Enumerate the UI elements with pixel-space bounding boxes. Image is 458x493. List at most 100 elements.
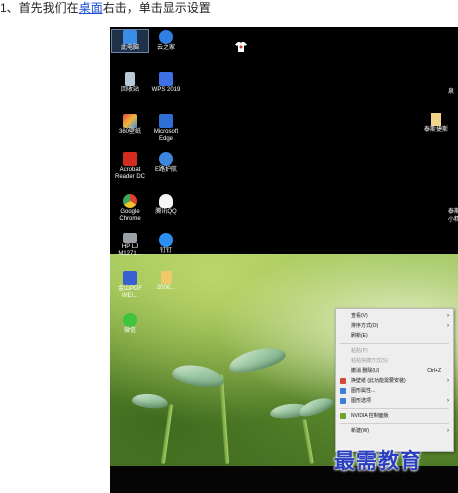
chevron-right-icon: ›: [447, 398, 449, 404]
chrome-icon: [123, 194, 137, 208]
menu-item-undo-delete[interactable]: 撤消 删除(U) Ctrl+Z: [336, 366, 453, 376]
menu-item-paste[interactable]: 粘贴(P): [336, 346, 453, 356]
desktop-screenshot: 此电脑 云之家 回收站 WPS 2019 360壁纸 Microsoft Edg…: [110, 27, 458, 493]
desktop-icon-wps[interactable]: WPS 2019: [148, 72, 184, 94]
desktop-icon-label: 泰斯捷斯: [423, 127, 448, 133]
dingtalk-icon: [159, 233, 173, 247]
kingsoft-pdf-icon: [123, 271, 137, 285]
menu-item-label: 图形选项: [351, 398, 372, 404]
menu-item-shortcut: Ctrl+Z: [427, 368, 441, 374]
menu-item-label: 换壁纸 (此功能需要安装): [351, 378, 406, 384]
desktop-icon-label: 腾讯QQ: [155, 209, 177, 215]
menu-item-label: 撤消 删除(U): [351, 368, 380, 374]
document-icon: [431, 113, 441, 126]
wps-icon: [159, 72, 173, 86]
graphics-options-icon: [340, 398, 346, 404]
desktop-icon-e-luhuhang[interactable]: E路护航: [148, 152, 184, 174]
desktop-icon-360-wallpaper[interactable]: 360壁纸: [112, 114, 148, 136]
sprout-stem: [218, 373, 230, 465]
desktop-icon-label: 钉钉: [159, 248, 172, 254]
desktop-icon-this-pc[interactable]: 此电脑: [111, 29, 149, 53]
sprout-leaf: [131, 392, 169, 410]
menu-item-sort[interactable]: 排序方式(O) ›: [336, 321, 453, 331]
desktop-icon-recycle-bin[interactable]: 回收站: [112, 72, 148, 94]
yunzhijia-icon: [159, 30, 173, 44]
360-wallpaper-icon: [123, 114, 137, 128]
watermark: 最需教育: [334, 448, 422, 473]
desktop-icon-wechat[interactable]: 微信: [112, 313, 148, 335]
menu-item-paste-shortcut[interactable]: 粘贴快捷方式(S): [336, 356, 453, 366]
wallpaper-icon: [340, 378, 346, 384]
desktop-icon-label: Microsoft Edge: [153, 129, 179, 142]
acrobat-icon: [123, 152, 137, 166]
desktop-icon-edge[interactable]: Microsoft Edge: [148, 114, 184, 143]
sprout-stem: [160, 404, 174, 464]
menu-item-label: 粘贴快捷方式(S): [351, 358, 388, 364]
menu-item-change-wallpaper[interactable]: 换壁纸 (此功能需要安装) ›: [336, 376, 453, 386]
desktop-icon-label: 金山PDF WEI...: [117, 286, 142, 299]
chevron-right-icon: ›: [447, 428, 449, 434]
sprout-leaf: [296, 394, 336, 420]
desktop-icon-qq[interactable]: 腾讯QQ: [148, 194, 184, 216]
sprout-leaf: [226, 343, 288, 377]
desktop-edge-label: 泰斯: [448, 209, 458, 215]
desktop-edge-label: 小精: [448, 217, 458, 223]
menu-item-label: 查看(V): [351, 313, 368, 319]
menu-item-view[interactable]: 查看(V) ›: [336, 311, 453, 321]
menu-item-graphics-properties[interactable]: 图形属性...: [336, 386, 453, 396]
chevron-right-icon: ›: [447, 378, 449, 384]
menu-separator: [340, 423, 449, 424]
menu-separator: [340, 343, 449, 344]
desktop-icon-acrobat[interactable]: Acrobat Reader DC: [112, 152, 148, 181]
menu-item-label: NVIDIA 控制面板: [351, 413, 389, 419]
instruction-suffix: 右击，单击显示设置: [102, 1, 211, 15]
desktop-icon-label: Google Chrome: [119, 209, 141, 222]
desktop-icon-yunzhijia[interactable]: 云之家: [148, 30, 184, 52]
sprout-stem: [302, 418, 314, 465]
menu-item-graphics-options[interactable]: 图形选项 ›: [336, 396, 453, 406]
e-luhuhang-icon: [159, 152, 173, 166]
menu-item-new[interactable]: 新建(W) ›: [336, 426, 453, 436]
folder-icon: [160, 271, 172, 284]
desktop-icon-label: 回收站: [120, 87, 139, 93]
instruction-text: 1、首先我们在桌面右击，单击显示设置: [0, 0, 211, 18]
chevron-right-icon: ›: [447, 323, 449, 329]
desktop-edge-label: 泉: [448, 89, 455, 95]
desktop-icon-label: 2006...: [156, 285, 176, 291]
desktop-link[interactable]: 桌面: [79, 1, 103, 15]
desktop-icon-label: WPS 2019: [151, 87, 181, 93]
menu-item-label: 刷新(E): [351, 333, 368, 339]
desktop-icon-label: 此电脑: [120, 45, 139, 51]
desktop-icon-kingsoft-pdf[interactable]: 金山PDF WEI...: [112, 271, 148, 300]
nvidia-icon: [340, 413, 346, 419]
menu-item-label: 新建(W): [351, 428, 370, 434]
menu-item-nvidia[interactable]: NVIDIA 控制面板: [336, 411, 453, 421]
desktop-icon-label: 360壁纸: [118, 129, 141, 135]
instruction-prefix: 1、首先我们在: [0, 1, 79, 15]
chevron-right-icon: ›: [447, 313, 449, 319]
printer-icon: [123, 233, 137, 243]
desktop-icon-chrome[interactable]: Google Chrome: [112, 194, 148, 223]
desktop-icon-dingtalk[interactable]: 钉钉: [148, 233, 184, 255]
menu-item-label: 排序方式(O): [351, 323, 379, 329]
desktop-context-menu: 查看(V) › 排序方式(O) › 刷新(E) 粘贴(P) 粘贴快捷方式(S) 撤消…: [335, 308, 454, 452]
desktop-icon-label: 微信: [123, 328, 136, 334]
desktop-icon-hp-printer[interactable]: HP LJ M1271...: [112, 233, 148, 258]
menu-item-label: 粘贴(P): [351, 348, 368, 354]
wechat-icon: [123, 313, 137, 327]
menu-item-refresh[interactable]: 刷新(E): [336, 331, 453, 341]
tshirt-icon[interactable]: [235, 41, 247, 53]
qq-icon: [159, 194, 173, 208]
menu-item-label: 图形属性...: [351, 388, 376, 394]
this-pc-icon: [123, 30, 137, 44]
graphics-properties-icon: [340, 388, 346, 394]
desktop-icon-right-folder[interactable]: 泰斯捷斯: [418, 113, 454, 134]
edge-icon: [159, 114, 173, 128]
desktop-icon-label: Acrobat Reader DC: [114, 167, 145, 180]
desktop-icon-label: E路护航: [154, 167, 177, 173]
desktop-icon-label: HP LJ M1271...: [118, 244, 142, 257]
sprout-leaf: [170, 361, 226, 391]
recycle-bin-icon: [125, 72, 135, 86]
desktop-icon-folder[interactable]: 2006...: [148, 271, 184, 292]
desktop-icon-label: 云之家: [156, 45, 175, 51]
